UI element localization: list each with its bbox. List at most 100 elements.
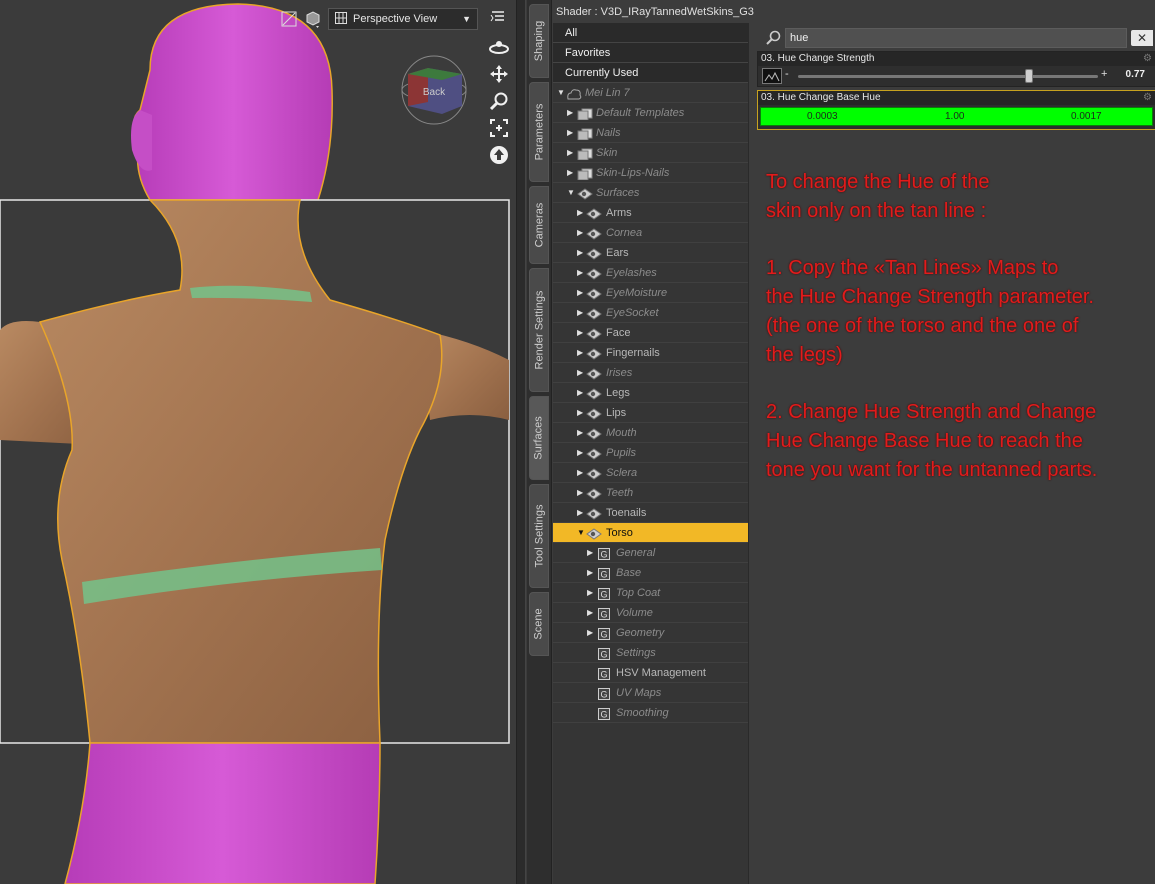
chevron-right-icon[interactable]: ▶ xyxy=(577,503,583,523)
tree-item-all[interactable]: All xyxy=(553,23,748,43)
chevron-right-icon[interactable]: ▶ xyxy=(587,583,593,603)
chevron-right-icon[interactable]: ▶ xyxy=(567,163,573,183)
view-select[interactable]: Perspective View ▼ xyxy=(328,8,478,30)
tree-property-group-hsv-management[interactable]: G HSV Management xyxy=(553,663,748,683)
tree-surface-ears[interactable]: ▶ Ears xyxy=(553,243,748,263)
viewport-scene[interactable] xyxy=(0,0,516,884)
3d-viewport[interactable]: Perspective View ▼ Back xyxy=(0,0,516,884)
menu-icon[interactable] xyxy=(490,10,506,27)
tree-surface-irises[interactable]: ▶ Irises xyxy=(553,363,748,383)
chevron-right-icon[interactable]: ▶ xyxy=(587,563,593,583)
orbit-icon[interactable] xyxy=(488,38,510,56)
chevron-right-icon[interactable]: ▶ xyxy=(577,243,583,263)
chevron-right-icon[interactable]: ▶ xyxy=(577,383,583,403)
increment-button[interactable]: + xyxy=(1101,68,1107,80)
chevron-right-icon[interactable]: ▶ xyxy=(587,543,593,563)
slider-track[interactable] xyxy=(798,75,1098,78)
chevron-right-icon[interactable]: ▶ xyxy=(567,103,573,123)
chevron-right-icon[interactable]: ▶ xyxy=(587,603,593,623)
tab-render-settings[interactable]: Render Settings xyxy=(529,268,549,392)
chevron-down-icon[interactable]: ▼ xyxy=(557,83,565,103)
chevron-right-icon[interactable]: ▶ xyxy=(577,363,583,383)
tree-surface-torso[interactable]: ▼ Torso xyxy=(553,523,748,543)
chevron-right-icon[interactable]: ▶ xyxy=(577,443,583,463)
navigation-cube[interactable]: Back xyxy=(400,54,468,126)
chevron-down-icon[interactable]: ▼ xyxy=(567,183,575,203)
tree-property-group-settings[interactable]: G Settings xyxy=(553,643,748,663)
color-swatch[interactable]: 0.0003 1.00 0.0017 xyxy=(760,107,1153,126)
gear-icon[interactable]: ⚙ xyxy=(1143,53,1152,64)
tree-group-skin[interactable]: ▶ Skin xyxy=(553,143,748,163)
chevron-right-icon[interactable]: ▶ xyxy=(577,223,583,243)
pan-icon[interactable] xyxy=(488,65,510,83)
map-thumbnail[interactable] xyxy=(762,68,782,84)
tab-scene[interactable]: Scene xyxy=(529,592,549,656)
tree-surface-eyemoisture[interactable]: ▶ EyeMoisture xyxy=(553,283,748,303)
tree-surface-pupils[interactable]: ▶ Pupils xyxy=(553,443,748,463)
chevron-right-icon[interactable]: ▶ xyxy=(577,283,583,303)
chevron-right-icon[interactable]: ▶ xyxy=(577,483,583,503)
tree-property-group-general[interactable]: ▶ G General xyxy=(553,543,748,563)
tree-surface-mouth[interactable]: ▶ Mouth xyxy=(553,423,748,443)
tree-property-group-geometry[interactable]: ▶ G Geometry xyxy=(553,623,748,643)
surface-tree[interactable]: All Favorites Currently Used ▼ Mei Lin 7… xyxy=(553,23,749,884)
tree-surface-sclera[interactable]: ▶ Sclera xyxy=(553,463,748,483)
chevron-right-icon[interactable]: ▶ xyxy=(577,343,583,363)
tree-group-skin-lips-nails[interactable]: ▶ Skin-Lips-Nails xyxy=(553,163,748,183)
tree-property-group-volume[interactable]: ▶ G Volume xyxy=(553,603,748,623)
tab-cameras[interactable]: Cameras xyxy=(529,186,549,264)
search-input[interactable] xyxy=(785,28,1127,48)
chevron-right-icon[interactable]: ▶ xyxy=(577,303,583,323)
tree-surface-arms[interactable]: ▶ Arms xyxy=(553,203,748,223)
param-hue-change-strength[interactable]: 03. Hue Change Strength ⚙ - + 0.77 xyxy=(757,51,1155,87)
chevron-right-icon[interactable]: ▶ xyxy=(567,123,573,143)
tree-group-surfaces[interactable]: ▼ Surfaces xyxy=(553,183,748,203)
chevron-right-icon[interactable]: ▶ xyxy=(577,423,583,443)
chevron-right-icon[interactable]: ▶ xyxy=(577,323,583,343)
tab-tool-settings[interactable]: Tool Settings xyxy=(529,484,549,588)
gear-icon[interactable]: ⚙ xyxy=(1143,92,1152,103)
search-icon xyxy=(765,30,781,49)
chevron-right-icon[interactable]: ▶ xyxy=(587,623,593,643)
zoom-icon[interactable] xyxy=(488,92,510,111)
tree-figure-row[interactable]: ▼ Mei Lin 7 xyxy=(553,83,748,103)
tree-item-currently-used[interactable]: Currently Used xyxy=(553,63,748,83)
tree-surface-cornea[interactable]: ▶ Cornea xyxy=(553,223,748,243)
tree-property-group-top-coat[interactable]: ▶ G Top Coat xyxy=(553,583,748,603)
tree-surface-toenails[interactable]: ▶ Toenails xyxy=(553,503,748,523)
chevron-right-icon[interactable]: ▶ xyxy=(577,203,583,223)
tree-property-group-uv-maps[interactable]: G UV Maps xyxy=(553,683,748,703)
tree-surface-eyesocket[interactable]: ▶ EyeSocket xyxy=(553,303,748,323)
tree-item-favorites[interactable]: Favorites xyxy=(553,43,748,63)
reset-view-icon[interactable] xyxy=(488,146,510,164)
chevron-right-icon[interactable]: ▶ xyxy=(577,263,583,283)
slider-handle[interactable] xyxy=(1025,69,1033,83)
param-hue-change-base-hue[interactable]: 03. Hue Change Base Hue ⚙ 0.0003 1.00 0.… xyxy=(757,90,1155,130)
tree-surface-eyelashes[interactable]: ▶ Eyelashes xyxy=(553,263,748,283)
camera-icon[interactable] xyxy=(304,10,322,28)
tree-surface-lips[interactable]: ▶ Lips xyxy=(553,403,748,423)
tree-group-default-templates[interactable]: ▶ Default Templates xyxy=(553,103,748,123)
chevron-right-icon[interactable]: ▶ xyxy=(577,403,583,423)
pane-splitter[interactable] xyxy=(516,0,526,884)
property-group-icon: G xyxy=(597,607,613,620)
decrement-button[interactable]: - xyxy=(785,68,789,80)
tree-property-group-smoothing[interactable]: G Smoothing xyxy=(553,703,748,723)
tab-shaping[interactable]: Shaping xyxy=(529,4,549,78)
tree-group-nails[interactable]: ▶ Nails xyxy=(553,123,748,143)
frame-selection-icon[interactable] xyxy=(488,119,510,137)
tree-item-label: Fingernails xyxy=(606,347,660,359)
tree-surface-teeth[interactable]: ▶ Teeth xyxy=(553,483,748,503)
tab-parameters[interactable]: Parameters xyxy=(529,82,549,182)
tree-surface-face[interactable]: ▶ Face xyxy=(553,323,748,343)
clear-search-icon[interactable]: ✕ xyxy=(1131,30,1153,46)
tab-surfaces[interactable]: Surfaces xyxy=(529,396,549,480)
chevron-right-icon[interactable]: ▶ xyxy=(567,143,573,163)
tree-surface-fingernails[interactable]: ▶ Fingernails xyxy=(553,343,748,363)
chevron-right-icon[interactable]: ▶ xyxy=(577,463,583,483)
frame-icon[interactable] xyxy=(280,10,298,28)
param-value[interactable]: 0.77 xyxy=(1126,69,1145,80)
tree-surface-legs[interactable]: ▶ Legs xyxy=(553,383,748,403)
chevron-down-icon[interactable]: ▼ xyxy=(577,523,585,543)
tree-property-group-base[interactable]: ▶ G Base xyxy=(553,563,748,583)
